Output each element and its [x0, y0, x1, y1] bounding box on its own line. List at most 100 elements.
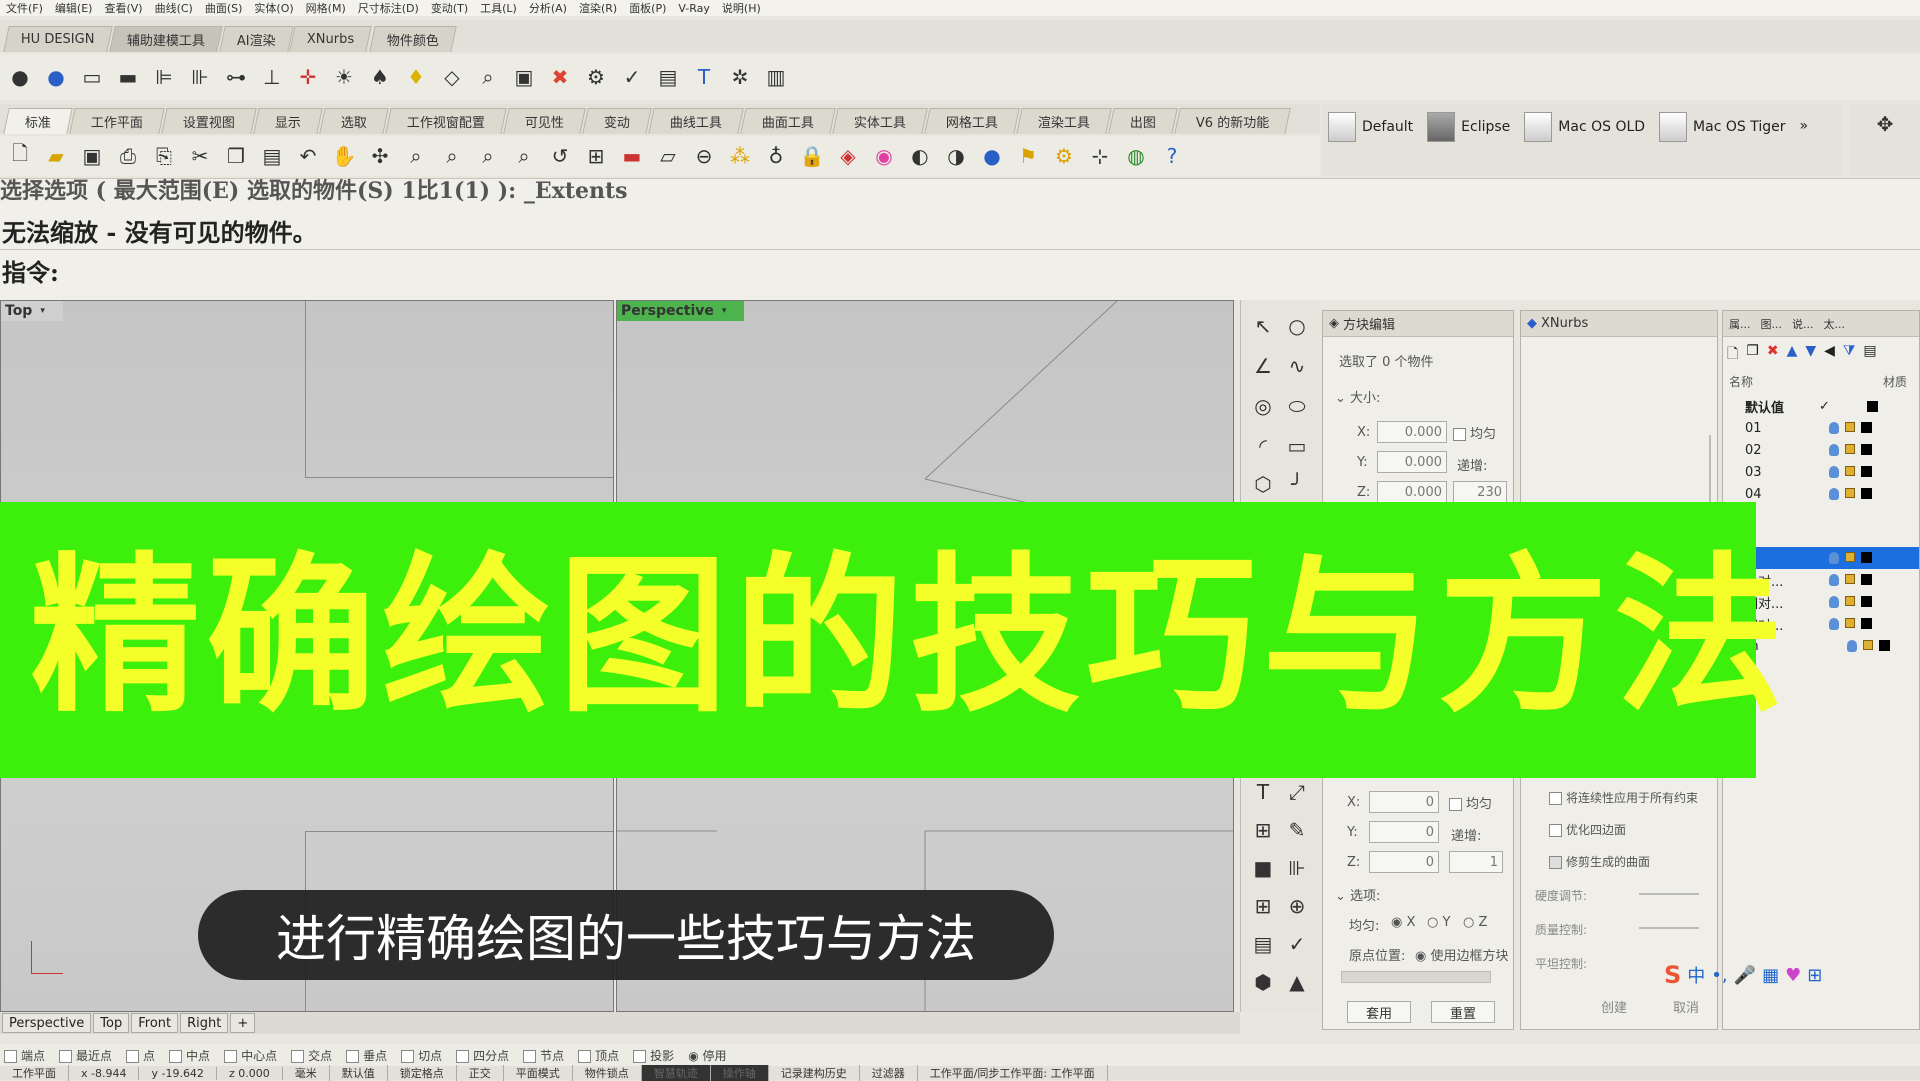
light-bulb-icon[interactable]: ♁	[762, 142, 790, 170]
zoom-window-icon[interactable]: ⌕	[438, 142, 466, 170]
tab-select[interactable]: 选取	[319, 108, 389, 134]
increment-field[interactable]: 230	[1453, 481, 1507, 503]
sphere-icon[interactable]: ●	[6, 63, 34, 91]
tab-sun[interactable]: 太...	[1824, 316, 1846, 332]
tab-set-view[interactable]: 设置视图	[161, 108, 257, 134]
lock-icon[interactable]	[1845, 444, 1855, 454]
size-z-field[interactable]: 0.000	[1377, 481, 1447, 503]
lock-icon[interactable]	[1845, 552, 1855, 562]
arc-icon[interactable]: ◜	[1249, 432, 1277, 460]
osnap-near[interactable]: 最近点	[59, 1047, 112, 1064]
status-cplane[interactable]: 工作平面	[0, 1065, 69, 1081]
osnap-vertex[interactable]: 顶点	[578, 1047, 619, 1064]
osnap-intersection[interactable]: 交点	[291, 1047, 332, 1064]
pos-uniform-checkbox[interactable]: 均匀	[1449, 793, 1492, 812]
box-icon[interactable]: ▣	[510, 63, 538, 91]
menu-vray[interactable]: V-Ray	[672, 2, 716, 15]
curve-icon[interactable]: ∿	[1283, 352, 1311, 380]
stiffness-slider[interactable]	[1639, 893, 1699, 895]
polygon-icon[interactable]: ⬡	[1249, 470, 1277, 498]
status-gumball[interactable]: 操作轴	[710, 1065, 769, 1081]
light-icon[interactable]: ☀	[330, 63, 358, 91]
osnap-end[interactable]: 端点	[4, 1047, 45, 1064]
osnap-knot[interactable]: 节点	[523, 1047, 564, 1064]
keyboard-icon[interactable]: ▦	[1762, 965, 1779, 986]
undo-icon[interactable]: ↶	[294, 142, 322, 170]
quality-slider[interactable]	[1639, 927, 1699, 929]
osnap-quadrant[interactable]: 四分点	[456, 1047, 509, 1064]
zoom-icon[interactable]: ⌕	[402, 142, 430, 170]
bulb-icon[interactable]	[1829, 444, 1839, 456]
command-prompt[interactable]: 指令:	[2, 253, 59, 288]
rotate-view-icon[interactable]: ✣	[366, 142, 394, 170]
help-icon[interactable]: ?	[1158, 142, 1186, 170]
vptab-front[interactable]: Front	[131, 1013, 179, 1033]
osnap-point[interactable]: 点	[126, 1047, 155, 1064]
new-sublayer-icon[interactable]: ❐	[1746, 343, 1759, 367]
block-icon[interactable]: ⊞	[1249, 816, 1277, 844]
array-icon[interactable]: ⊪	[1283, 854, 1311, 882]
bulb-icon[interactable]: ♦	[402, 63, 430, 91]
zoom-extents-icon[interactable]: ⌕	[474, 142, 502, 170]
lock-icon[interactable]	[1845, 596, 1855, 606]
cut-icon[interactable]: ✂	[186, 142, 214, 170]
dimension-icon[interactable]: ⊖	[690, 142, 718, 170]
align-tool-icon[interactable]: ⊕	[1283, 892, 1311, 920]
tab-render-tools[interactable]: 渲染工具	[1016, 108, 1112, 134]
edit-tool-icon[interactable]: ✎	[1283, 816, 1311, 844]
fillet-icon[interactable]: ╯	[1283, 470, 1311, 498]
menu-transform[interactable]: 变动(T)	[425, 0, 474, 16]
menu-analyze[interactable]: 分析(A)	[523, 0, 573, 16]
settings-icon[interactable]: ✲	[726, 63, 754, 91]
size-x-field[interactable]: 0.000	[1377, 421, 1447, 443]
open-folder-icon[interactable]: ▰	[42, 142, 70, 170]
delete-layer-icon[interactable]: ✖	[1767, 343, 1779, 367]
menu-surface[interactable]: 曲面(S)	[199, 0, 249, 16]
snap-icon[interactable]: ⊹	[1086, 142, 1114, 170]
export-icon[interactable]: ⎘	[150, 142, 178, 170]
text-icon[interactable]: T	[690, 63, 718, 91]
car-icon[interactable]: ▬	[618, 142, 646, 170]
plane-icon[interactable]: ▱	[654, 142, 682, 170]
continuity-checkbox[interactable]: 将连续性应用于所有约束	[1549, 789, 1698, 806]
bulb-icon[interactable]	[1829, 618, 1839, 630]
vptab-right[interactable]: Right	[180, 1013, 229, 1033]
tab-v6-new[interactable]: V6 的新功能	[1174, 108, 1292, 134]
distribute-icon[interactable]: ▭	[78, 63, 106, 91]
new-layer-icon[interactable]: 🗋	[1727, 343, 1738, 367]
layer-icon[interactable]: ◈	[834, 142, 862, 170]
menu-render[interactable]: 渲染(R)	[573, 0, 623, 16]
tab-transform[interactable]: 变动	[582, 108, 652, 134]
pos-y-field[interactable]: 0	[1369, 821, 1439, 843]
checkmark-icon[interactable]: ✓	[1283, 930, 1311, 958]
lock-icon[interactable]: 🔒	[798, 142, 826, 170]
tab-xnurbs[interactable]: XNurbs	[289, 26, 373, 52]
lock-icon[interactable]	[1863, 640, 1873, 650]
bulb-icon[interactable]	[1829, 596, 1839, 608]
points-icon[interactable]: ⁂	[726, 142, 754, 170]
osnap-mid[interactable]: 中点	[169, 1047, 210, 1064]
options-section[interactable]: ⌄ 选项:	[1335, 885, 1380, 904]
viewport-top-label[interactable]: Top ▾	[1, 301, 63, 321]
punctuation-icon[interactable]: •,	[1711, 965, 1727, 986]
polyline-icon[interactable]: ∠	[1249, 352, 1277, 380]
layer-options-icon[interactable]: ▤	[1863, 343, 1876, 367]
microphone-icon[interactable]: 🎤	[1734, 965, 1756, 986]
theme-eclipse[interactable]: Eclipse	[1427, 112, 1510, 142]
menu-panels[interactable]: 面板(P)	[623, 0, 672, 16]
bulb-outline-icon[interactable]: ◇	[438, 63, 466, 91]
rectangle-icon[interactable]: ▭	[1283, 432, 1311, 460]
tab-curve-tools[interactable]: 曲线工具	[648, 108, 744, 134]
tab-modeling-tools[interactable]: 辅助建模工具	[108, 26, 223, 52]
align-vertical-icon[interactable]: ⊥	[258, 63, 286, 91]
zoom-selected-icon[interactable]: ⌕	[510, 142, 538, 170]
tab-surface-tools[interactable]: 曲面工具	[740, 108, 836, 134]
save-icon[interactable]: ▣	[78, 142, 106, 170]
shaded-sphere-icon[interactable]: ◑	[942, 142, 970, 170]
horizontal-scrollbar[interactable]	[1341, 971, 1491, 983]
move-down-icon[interactable]: ▼	[1805, 343, 1816, 367]
move-left-icon[interactable]: ◀	[1824, 343, 1835, 367]
paste-icon[interactable]: ▤	[258, 142, 286, 170]
axis-y-radio[interactable]: ○ Y	[1427, 915, 1450, 930]
toolbox-icon[interactable]: ⊞	[1807, 965, 1822, 986]
